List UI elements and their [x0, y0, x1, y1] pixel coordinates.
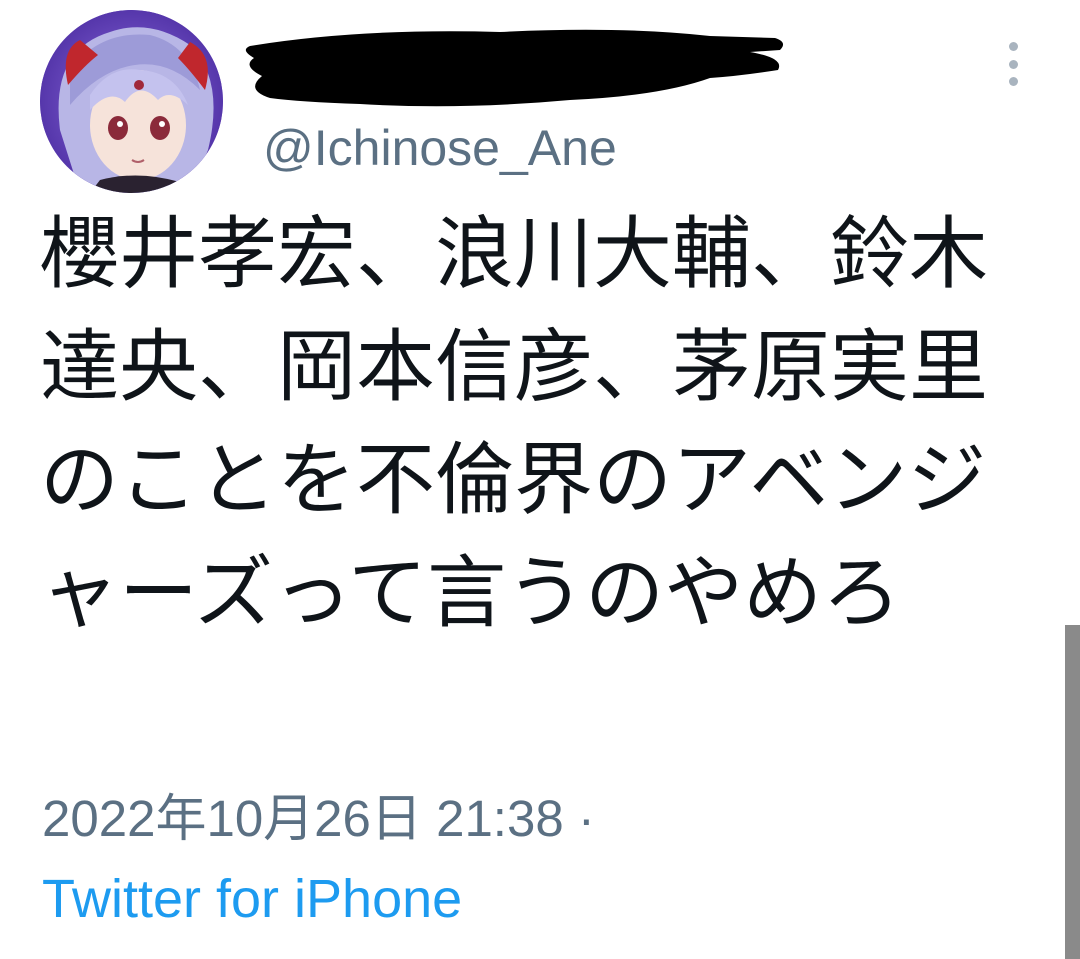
more-dot	[1008, 59, 1018, 69]
more-vertical-icon[interactable]	[996, 38, 1030, 90]
redacted-display-name	[245, 29, 784, 107]
more-dot	[1008, 42, 1018, 51]
scrollbar-thumb[interactable]	[1065, 625, 1080, 959]
user-handle[interactable]: @Ichinose_Ane	[263, 118, 617, 178]
avatar[interactable]	[40, 10, 223, 193]
tweet: @Ichinose_Ane 櫻井孝宏、浪川大輔、鈴木達央、岡本信彦、茅原実里のこ…	[0, 0, 1080, 959]
tweet-text: 櫻井孝宏、浪川大輔、鈴木達央、岡本信彦、茅原実里のことを不倫界のアベンジャーズっ…	[40, 208, 988, 639]
more-dot	[1008, 77, 1018, 86]
avatar-image	[40, 10, 223, 193]
tweet-timestamp[interactable]: 2022年10月26日 21:38 ·	[42, 788, 595, 850]
tweet-source-link[interactable]: Twitter for iPhone	[42, 866, 462, 932]
